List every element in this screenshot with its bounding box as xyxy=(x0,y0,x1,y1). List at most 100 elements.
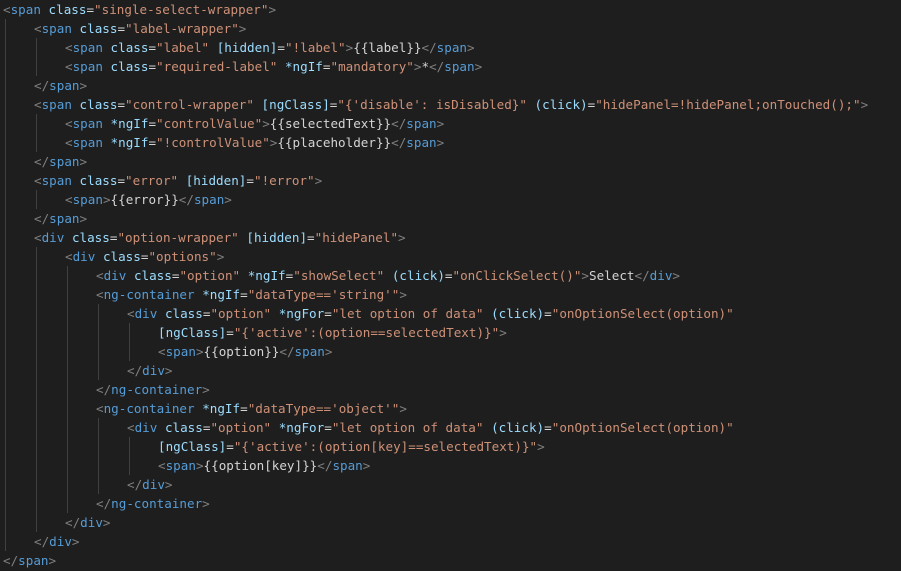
indent-guide xyxy=(36,475,37,494)
code-token-attr: class xyxy=(79,21,118,36)
indent-guide xyxy=(98,323,99,342)
indent-guide xyxy=(5,76,6,95)
code-token-punc: </ xyxy=(96,382,112,397)
code-line[interactable]: <span class="control-wrapper" [ngClass]=… xyxy=(0,95,901,114)
code-text: </ng-container> xyxy=(96,380,210,399)
code-token-text: = xyxy=(148,59,157,74)
code-editor[interactable]: <span class="single-select-wrapper"> <spa… xyxy=(0,0,901,571)
code-line[interactable]: <span *ngIf="controlValue">{{selectedTex… xyxy=(0,114,901,133)
code-text: <span class="label-wrapper"> xyxy=(34,19,246,38)
code-token-punc: > xyxy=(399,401,407,416)
indent-guide xyxy=(5,171,6,190)
code-text: [ngClass]="{'active':(option==selectedTe… xyxy=(158,323,507,342)
code-token-text: = xyxy=(277,40,285,55)
code-line[interactable]: <div class="option" *ngFor="let option o… xyxy=(0,418,901,437)
code-token-text: = xyxy=(226,439,234,454)
code-token-tag: span xyxy=(72,135,103,150)
code-line[interactable]: </div> xyxy=(0,513,901,532)
code-line[interactable]: <span>{{error}}</span> xyxy=(0,190,901,209)
code-text: </span> xyxy=(3,551,56,570)
code-line[interactable]: </div> xyxy=(0,475,901,494)
indent-guide xyxy=(5,95,6,114)
code-token-str: "controlValue" xyxy=(156,116,263,131)
code-token-tag: span xyxy=(72,116,103,131)
code-line[interactable]: </div> xyxy=(0,361,901,380)
code-line[interactable]: </span> xyxy=(0,551,901,570)
code-token-str: "option" xyxy=(179,268,241,283)
code-token-tag: span xyxy=(18,553,49,568)
code-token-str: "!controlValue" xyxy=(156,135,270,150)
code-line[interactable]: <div class="option-wrapper" [hidden]="hi… xyxy=(0,228,901,247)
code-token-text: * xyxy=(421,59,430,74)
indent-guide xyxy=(5,437,6,456)
code-token-text: = xyxy=(444,268,453,283)
code-line[interactable]: <span>{{option}}</span> xyxy=(0,342,901,361)
code-token-text: = xyxy=(240,401,248,416)
indent-guide xyxy=(98,342,99,361)
code-line[interactable]: <div class="options"> xyxy=(0,247,901,266)
code-line[interactable]: </div> xyxy=(0,532,901,551)
code-line[interactable]: <span class="label-wrapper"> xyxy=(0,19,901,38)
code-line[interactable]: </span> xyxy=(0,76,901,95)
code-line[interactable]: </span> xyxy=(0,152,901,171)
code-line[interactable]: <span class="single-select-wrapper"> xyxy=(0,0,901,19)
code-token-tag: div xyxy=(142,477,165,492)
code-token-attr: class xyxy=(102,249,141,264)
indent-guide xyxy=(36,114,37,133)
code-line[interactable]: </ng-container> xyxy=(0,380,901,399)
code-token-str: "label" xyxy=(156,40,210,55)
code-line[interactable]: </ng-container> xyxy=(0,494,901,513)
code-line[interactable]: <div class="option" *ngIf="showSelect" (… xyxy=(0,266,901,285)
indent-guide xyxy=(5,38,6,57)
indent-guide xyxy=(67,399,68,418)
code-token-tag: div xyxy=(134,306,158,321)
code-text: <span *ngIf="controlValue">{{selectedTex… xyxy=(65,114,444,133)
indent-guide xyxy=(5,456,6,475)
code-token-str: "dataType=='string'" xyxy=(247,287,400,302)
indent-guide xyxy=(5,266,6,285)
code-token-punc: < xyxy=(65,249,73,264)
code-token-tag: div xyxy=(41,230,65,245)
code-line[interactable]: <span class="required-label" *ngIf="mand… xyxy=(0,57,901,76)
code-token-text: = xyxy=(324,420,332,435)
indent-guide xyxy=(5,399,6,418)
code-token-tag: span xyxy=(41,173,72,188)
code-line[interactable]: <ng-container *ngIf="dataType=='object'"… xyxy=(0,399,901,418)
code-line[interactable]: <ng-container *ngIf="dataType=='string'"… xyxy=(0,285,901,304)
code-token-punc: </ xyxy=(429,59,445,74)
code-token-punc: < xyxy=(65,40,73,55)
code-line[interactable]: <span class="error" [hidden]="!error"> xyxy=(0,171,901,190)
code-token-punc: > xyxy=(672,268,681,283)
code-line[interactable]: <span *ngIf="!controlValue">{{placeholde… xyxy=(0,133,901,152)
indent-guide xyxy=(5,361,6,380)
code-token-punc: > xyxy=(79,211,88,226)
indent-guide xyxy=(67,285,68,304)
code-token-attr: (click) xyxy=(491,420,545,435)
code-line[interactable]: <div class="option" *ngFor="let option o… xyxy=(0,304,901,323)
indent-guide xyxy=(36,418,37,437)
indent-guide xyxy=(5,513,6,532)
code-token-tag: span xyxy=(49,211,80,226)
code-token-punc: > xyxy=(202,382,210,397)
code-line[interactable]: [ngClass]="{'active':(option==selectedTe… xyxy=(0,323,901,342)
code-line[interactable]: <span>{{option[key]}}</span> xyxy=(0,456,901,475)
code-token-text: = xyxy=(117,173,126,188)
code-text: <span *ngIf="!controlValue">{{placeholde… xyxy=(65,133,444,152)
indent-guide xyxy=(36,399,37,418)
code-token-punc: < xyxy=(158,458,166,473)
code-token-attr: class xyxy=(79,97,118,112)
indent-guide xyxy=(67,418,68,437)
code-text: [ngClass]="{'active':(option[key]==selec… xyxy=(158,437,545,456)
indent-guide xyxy=(98,437,99,456)
code-line[interactable]: [ngClass]="{'active':(option[key]==selec… xyxy=(0,437,901,456)
code-line[interactable]: <span class="label" [hidden]="!label">{{… xyxy=(0,38,901,57)
code-token-punc: </ xyxy=(34,154,50,169)
code-token-attr: *ngIf xyxy=(284,59,323,74)
code-token-punc: </ xyxy=(317,458,333,473)
code-token-punc: > xyxy=(436,116,445,131)
code-token-punc: > xyxy=(164,363,173,378)
code-line[interactable]: </span> xyxy=(0,209,901,228)
